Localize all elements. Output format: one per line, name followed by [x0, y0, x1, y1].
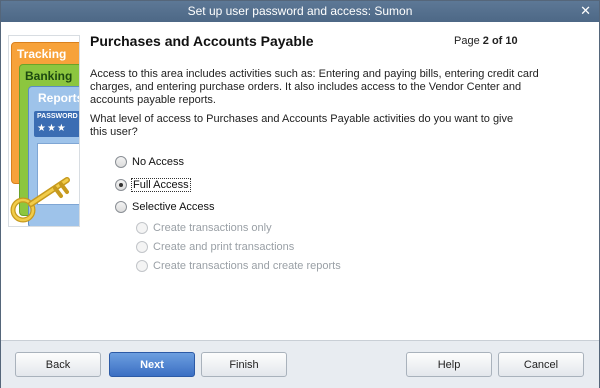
finish-button[interactable]: Finish	[201, 352, 287, 377]
close-icon[interactable]: ✕	[580, 1, 591, 22]
radio-circle[interactable]	[115, 156, 127, 168]
key-icon	[10, 177, 70, 223]
radio-label: Selective Access	[132, 201, 215, 213]
page-indicator: Page 2 of 10	[454, 35, 518, 47]
radio-no-access[interactable]: No Access	[115, 154, 184, 170]
page-prefix: Page	[454, 35, 480, 47]
radio-label: No Access	[132, 156, 184, 168]
main-content: Tracking Banking Reports PASSWORD ★★★ Pu…	[1, 22, 599, 340]
password-label: PASSWORD	[37, 113, 78, 120]
radio-label: Create and print transactions	[153, 241, 295, 253]
radio-label: Create transactions and create reports	[153, 260, 341, 272]
radio-create-reports: Create transactions and create reports	[136, 258, 341, 274]
next-button[interactable]: Next	[109, 352, 195, 377]
reports-card-label: Reports	[38, 91, 80, 105]
page-title: Purchases and Accounts Payable	[90, 33, 314, 49]
cancel-button[interactable]: Cancel	[498, 352, 584, 377]
button-bar: Back Next Finish Help Cancel	[1, 340, 599, 388]
window-title: Set up user password and access: Sumon	[187, 4, 413, 18]
radio-circle-disabled	[136, 260, 148, 272]
access-illustration: Tracking Banking Reports PASSWORD ★★★	[8, 35, 80, 227]
radio-selective-access[interactable]: Selective Access	[115, 199, 215, 215]
title-bar: Set up user password and access: Sumon ✕	[1, 1, 599, 22]
page-value: 2 of 10	[482, 35, 518, 47]
back-button[interactable]: Back	[15, 352, 101, 377]
radio-circle-disabled	[136, 222, 148, 234]
tracking-card-label: Tracking	[17, 47, 67, 61]
radio-create-only: Create transactions only	[136, 220, 272, 236]
radio-label: Full Access	[131, 178, 191, 192]
help-button[interactable]: Help	[406, 352, 492, 377]
radio-label: Create transactions only	[153, 222, 272, 234]
banking-card-label: Banking	[25, 69, 73, 83]
radio-full-access[interactable]: Full Access	[115, 177, 191, 193]
access-question: What level of access to Purchases and Ac…	[90, 113, 514, 138]
radio-create-print: Create and print transactions	[136, 239, 294, 255]
dialog-window: Set up user password and access: Sumon ✕…	[0, 0, 600, 388]
radio-circle-selected[interactable]	[115, 179, 127, 191]
password-mask: ★★★	[37, 123, 67, 134]
access-description: Access to this area includes activities …	[90, 68, 539, 106]
radio-circle[interactable]	[115, 201, 127, 213]
password-panel: PASSWORD ★★★	[34, 111, 79, 137]
radio-circle-disabled	[136, 241, 148, 253]
